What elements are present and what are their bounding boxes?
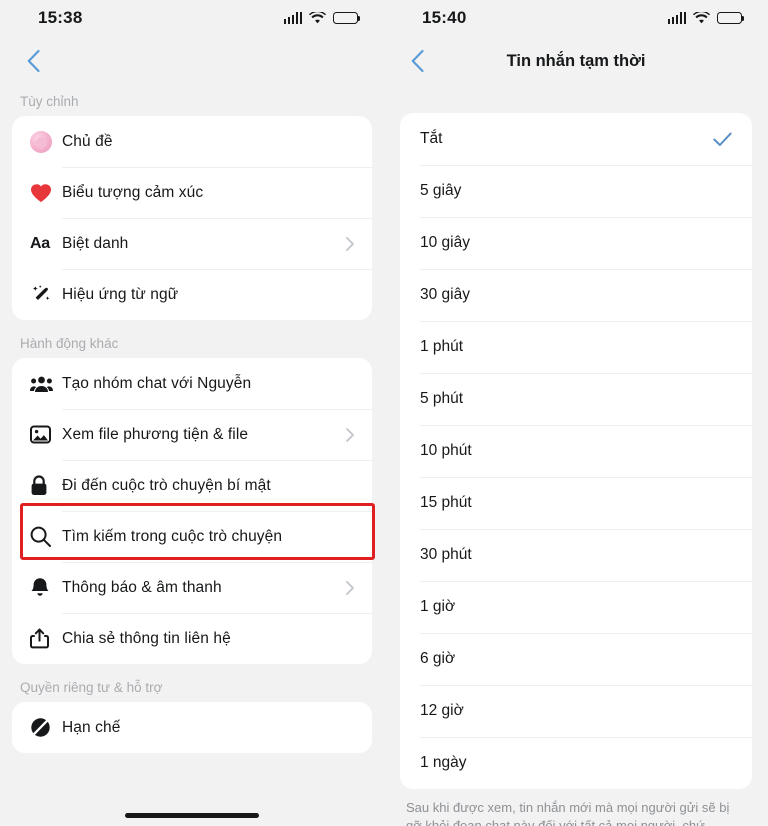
row-label: Tạo nhóm chat với Nguyễn [62, 374, 252, 392]
row-label: Biểu tượng cảm xúc [62, 183, 204, 201]
option-row[interactable]: 15 phút [400, 477, 752, 529]
option-label: 5 giây [420, 182, 462, 199]
option-label: 5 phút [420, 390, 464, 407]
section-heading-other-actions: Hành động khác [20, 336, 119, 351]
row-word-effects[interactable]: Hiệu ứng từ ngữ [12, 269, 372, 320]
option-label: 1 giờ [420, 598, 456, 615]
row-restrict[interactable]: Hạn chế [12, 702, 372, 753]
nav-bar [0, 36, 384, 86]
footnote-text: Sau khi được xem, tin nhắn mới mà mọi ng… [406, 800, 730, 826]
row-emoji[interactable]: Biểu tượng cảm xúc [12, 167, 372, 218]
row-create-group-chat[interactable]: Tạo nhóm chat với Nguyễn [12, 358, 372, 409]
right-phone-screen: 15:40 Tin nhắn tạm thời Tắt 5 giây 10 gi… [384, 0, 768, 826]
option-row[interactable]: 5 giây [400, 165, 752, 217]
option-label: 10 giây [420, 234, 470, 251]
row-label: Hiệu ứng từ ngữ [62, 285, 179, 303]
option-row[interactable]: 6 giờ [400, 633, 752, 685]
dual-screenshot: 15:38 Tùy chỉnh Chủ đề Biểu tượng cảm xú… [0, 0, 768, 826]
option-row[interactable]: 30 phút [400, 529, 752, 581]
option-label: 1 phút [420, 338, 464, 355]
status-time: 15:40 [422, 8, 467, 27]
row-theme[interactable]: Chủ đề [12, 116, 372, 167]
wifi-icon [693, 12, 710, 24]
status-bar: 15:40 [384, 0, 768, 36]
aa-text-icon: Aa [30, 234, 50, 252]
row-label: Biệt danh [62, 234, 129, 252]
option-label: 30 phút [420, 546, 472, 563]
option-label: 1 ngày [420, 754, 467, 771]
chevron-right-icon [342, 427, 358, 442]
other-actions-card: Tạo nhóm chat với Nguyễn Xem file phương… [12, 358, 372, 664]
bell-icon [30, 577, 62, 598]
row-label: Đi đến cuộc trò chuyện bí mật [62, 476, 271, 494]
home-indicator [125, 813, 259, 818]
nav-bar: Tin nhắn tạm thời [384, 36, 768, 86]
option-label: Tắt [420, 130, 443, 147]
row-label: Hạn chế [62, 718, 121, 736]
option-row[interactable]: 1 phút [400, 321, 752, 373]
section-heading-customize: Tùy chỉnh [20, 94, 79, 109]
chevron-right-icon [342, 580, 358, 595]
option-row[interactable]: 1 giờ [400, 581, 752, 633]
row-label: Tìm kiếm trong cuộc trò chuyện [62, 527, 283, 545]
option-row[interactable]: 12 giờ [400, 685, 752, 737]
option-label: 30 giây [420, 286, 470, 303]
back-button[interactable] [402, 46, 432, 76]
option-row[interactable]: 5 phút [400, 373, 752, 425]
search-icon [30, 526, 62, 547]
option-row[interactable]: 30 giây [400, 269, 752, 321]
status-time: 15:38 [38, 8, 83, 27]
back-button[interactable] [18, 46, 48, 76]
option-row[interactable]: 10 giây [400, 217, 752, 269]
heart-emoji-icon [30, 183, 62, 203]
privacy-support-card: Hạn chế [12, 702, 372, 753]
cellular-signal-icon [667, 12, 686, 24]
status-indicators [667, 11, 745, 25]
row-label: Thông báo & âm thanh [62, 578, 222, 596]
lock-icon [30, 475, 62, 496]
row-view-media-files[interactable]: Xem file phương tiện & file [12, 409, 372, 460]
row-notifications-sounds[interactable]: Thông báo & âm thanh [12, 562, 372, 613]
customize-card: Chủ đề Biểu tượng cảm xúc Aa Biệt danh H… [12, 116, 372, 320]
cellular-signal-icon [283, 12, 302, 24]
row-share-contact-info[interactable]: Chia sẻ thông tin liên hệ [12, 613, 372, 664]
row-label: Xem file phương tiện & file [62, 425, 249, 443]
row-label: Chủ đề [62, 132, 113, 150]
row-search-conversation[interactable]: Tìm kiếm trong cuộc trò chuyện [12, 511, 372, 562]
row-nickname[interactable]: Aa Biệt danh [12, 218, 372, 269]
row-secret-conversation[interactable]: Đi đến cuộc trò chuyện bí mật [12, 460, 372, 511]
share-icon [30, 628, 62, 649]
battery-icon [333, 11, 361, 25]
group-people-icon [30, 375, 62, 393]
status-bar: 15:38 [0, 0, 384, 36]
option-label: 6 giờ [420, 650, 456, 667]
photo-icon [30, 425, 62, 444]
option-label: 12 giờ [420, 702, 464, 719]
magic-wand-icon [30, 284, 62, 306]
disappearing-messages-options-list: Tắt 5 giây 10 giây 30 giây 1 phút 5 phút [400, 113, 752, 789]
theme-swatch-icon [30, 130, 62, 153]
status-indicators [283, 11, 361, 25]
option-row[interactable]: Tắt [400, 113, 752, 165]
section-heading-privacy-support: Quyền riêng tư & hỗ trợ [20, 680, 163, 695]
page-title: Tin nhắn tạm thời [506, 51, 646, 70]
left-phone-screen: 15:38 Tùy chỉnh Chủ đề Biểu tượng cảm xú… [0, 0, 384, 826]
battery-icon [717, 11, 745, 25]
checkmark-icon [713, 132, 732, 147]
wifi-icon [309, 12, 326, 24]
option-label: 15 phút [420, 494, 472, 511]
option-label: 10 phút [420, 442, 472, 459]
restrict-icon [30, 717, 62, 738]
chevron-right-icon [342, 236, 358, 251]
option-row[interactable]: 10 phút [400, 425, 752, 477]
row-label: Chia sẻ thông tin liên hệ [62, 629, 231, 647]
option-row[interactable]: 1 ngày [400, 737, 752, 789]
